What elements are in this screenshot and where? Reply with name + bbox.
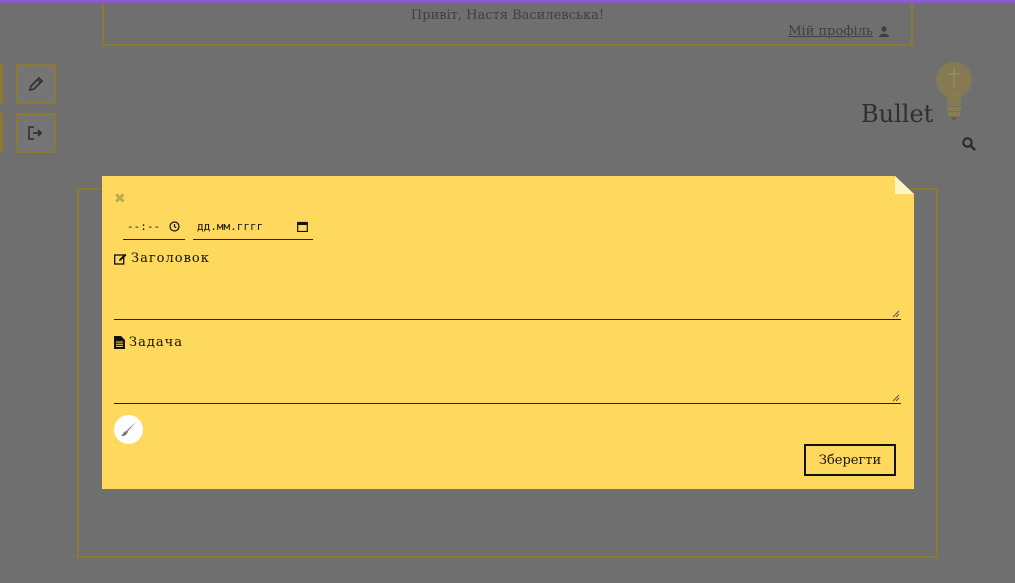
clock-icon[interactable] — [169, 221, 180, 232]
task-textarea[interactable] — [114, 360, 901, 404]
sidebar-active-marker — [0, 64, 3, 104]
header: Привіт, Настя Василевська! Мій профіль — [102, 4, 913, 46]
paint-brush-icon — [121, 422, 136, 437]
brand-name: Bullet — [861, 100, 934, 128]
file-text-icon — [114, 336, 125, 349]
pencil-icon — [28, 76, 44, 92]
title-label: Заголовок — [114, 251, 210, 266]
date-input[interactable]: дд.мм.гггг — [193, 214, 313, 240]
resize-grip-icon[interactable] — [892, 310, 900, 318]
save-button[interactable]: Зберегти — [804, 444, 896, 476]
task-label-text: Задача — [129, 335, 183, 350]
edit-icon — [114, 253, 127, 265]
title-textarea[interactable] — [114, 276, 901, 320]
title-label-text: Заголовок — [131, 251, 210, 266]
lightbulb-icon — [936, 62, 972, 122]
sidebar-item-edit[interactable] — [16, 64, 56, 104]
search-icon[interactable] — [962, 137, 976, 151]
greeting-text: Привіт, Настя Василевська! — [410, 8, 605, 23]
time-input[interactable]: --:-- — [123, 214, 185, 240]
resize-grip-icon[interactable] — [892, 394, 900, 402]
sidebar-item-logout[interactable] — [16, 113, 56, 153]
time-placeholder: --:-- — [127, 220, 161, 233]
user-icon — [879, 26, 889, 37]
top-accent-bar — [0, 0, 1015, 3]
close-icon[interactable]: ✖ — [114, 192, 126, 206]
new-task-modal: ✖ --:-- дд.мм.гггг Заголовок Задача Збер… — [102, 176, 914, 489]
date-placeholder: дд.мм.гггг — [197, 220, 264, 233]
my-profile-link[interactable]: Мій профіль — [788, 24, 889, 39]
color-picker-button[interactable] — [114, 415, 143, 444]
calendar-icon[interactable] — [297, 221, 308, 232]
sidebar-marker-2 — [0, 113, 3, 153]
task-label: Задача — [114, 335, 183, 350]
my-profile-label: Мій профіль — [788, 24, 873, 39]
sign-out-icon — [28, 126, 43, 140]
